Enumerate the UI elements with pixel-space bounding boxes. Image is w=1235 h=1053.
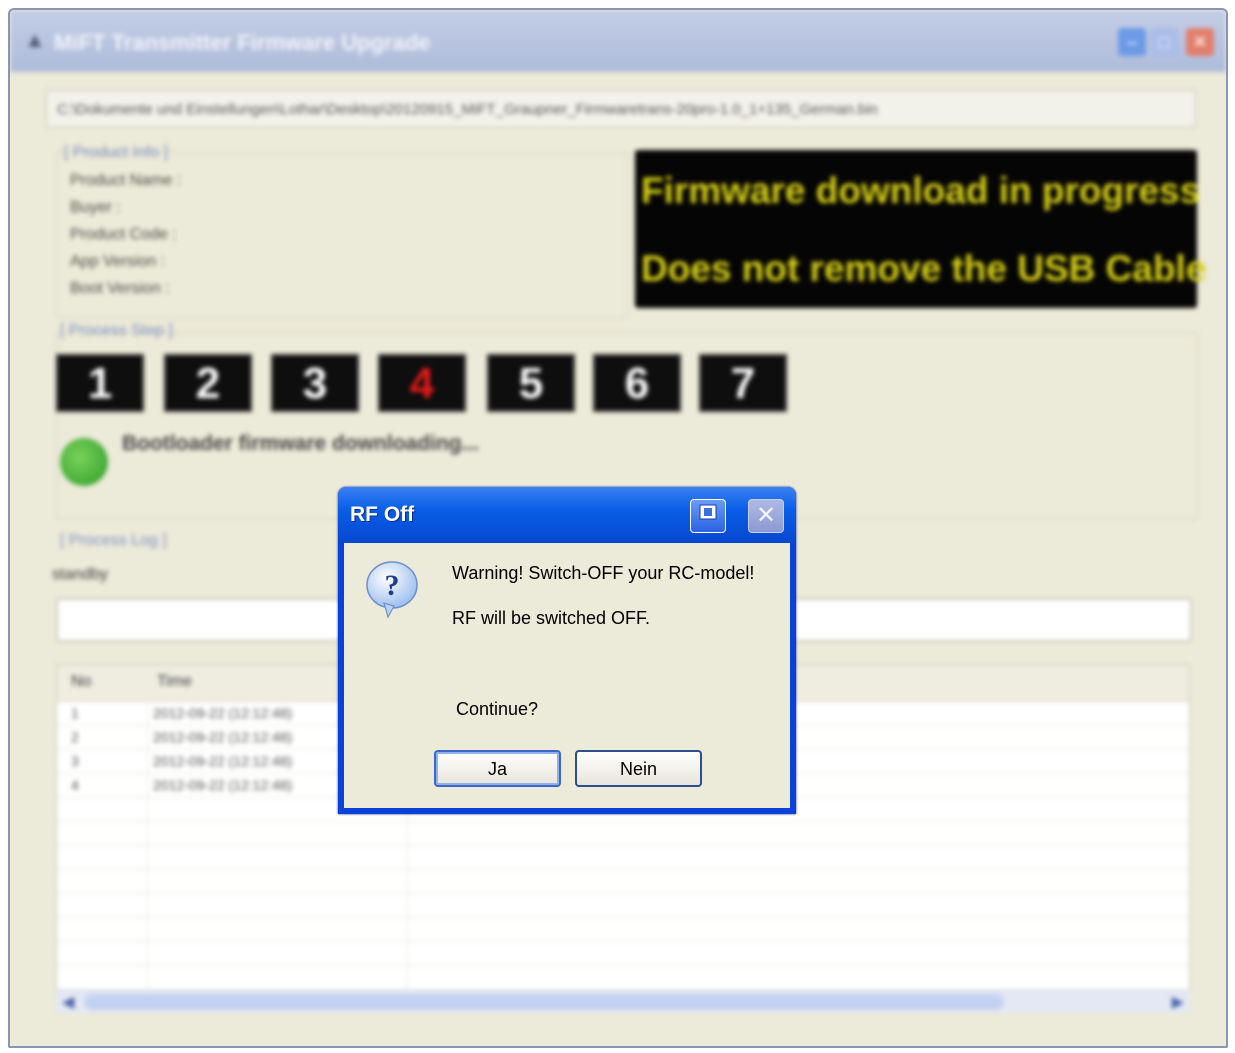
table-row[interactable] [57, 942, 1189, 966]
rf-message: RF will be switched OFF. [452, 608, 651, 628]
step-3: 3 [271, 354, 359, 412]
scroll-right-icon[interactable]: ▶ [1172, 992, 1184, 1012]
no-button[interactable]: Nein [575, 750, 702, 787]
maximize-button[interactable]: □ [1150, 28, 1178, 56]
table-row[interactable] [57, 870, 1189, 894]
app-version-label: App Version : [70, 253, 166, 270]
warning-message: Warning! Switch-OFF your RC-model! [452, 563, 755, 583]
step-6: 6 [593, 354, 681, 412]
product-code-label: Product Code : [70, 226, 177, 243]
table-row[interactable] [57, 822, 1189, 846]
banner-line-1: Firmware download in progress [641, 170, 1201, 211]
process-step-title: [ Process Step ] [60, 322, 173, 339]
table-row[interactable] [57, 966, 1189, 990]
help-icon [699, 504, 717, 520]
step-5: 5 [487, 354, 575, 412]
close-button[interactable]: ✕ [1186, 28, 1214, 56]
column-header-time[interactable]: Time [157, 673, 192, 691]
dialog-title: RF Off [350, 503, 415, 526]
step-1: 1 [56, 354, 144, 412]
product-name-label: Product Name : [70, 172, 182, 189]
help-button[interactable] [690, 499, 726, 533]
table-row[interactable] [57, 846, 1189, 870]
step-4-active: 4 [378, 354, 466, 412]
banner-line-2: Does not remove the USB Cable [641, 248, 1207, 289]
process-log-title: [ Process Log ] [60, 532, 167, 549]
file-path-field[interactable]: C:\Dokumente und Einstellungen\Lothar\De… [46, 90, 1196, 128]
row-time: 2012-09-22 (12:12:48) [153, 753, 293, 769]
yes-button[interactable]: Ja [434, 750, 561, 787]
refresh-icon [60, 438, 108, 486]
rf-off-dialog: RF Off ✕ ? Warning! Switch-OFF your RC-m… [338, 487, 796, 814]
product-info-title: [ Product Info ] [64, 144, 169, 161]
column-header-no[interactable]: No [71, 673, 91, 691]
svg-text:?: ? [385, 569, 400, 602]
buyer-label: Buyer : [70, 199, 121, 216]
app-icon: ▲ [24, 27, 46, 52]
dialog-body: ? Warning! Switch-OFF your RC-model! RF … [344, 543, 790, 808]
question-icon: ? [366, 561, 418, 619]
row-no: 2 [71, 729, 79, 745]
scrollbar-thumb[interactable] [84, 994, 1004, 1010]
row-time: 2012-09-22 (12:12:48) [153, 705, 293, 721]
table-row[interactable] [57, 894, 1189, 918]
log-status-text: standby [52, 566, 109, 583]
row-no: 3 [71, 753, 79, 769]
dialog-close-button[interactable]: ✕ [748, 499, 784, 533]
row-time: 2012-09-22 (12:12:48) [153, 777, 293, 793]
table-row[interactable] [57, 918, 1189, 942]
download-warning-banner: Firmware download in progress Does not r… [635, 150, 1206, 308]
row-time: 2012-09-22 (12:12:48) [153, 729, 293, 745]
boot-version-label: Boot Version : [70, 280, 170, 297]
row-no: 4 [71, 777, 79, 793]
continue-question: Continue? [456, 699, 539, 719]
main-titlebar[interactable]: ▲ MiFT Transmitter Firmware Upgrade – □ … [10, 10, 1226, 72]
step-7: 7 [699, 354, 787, 412]
status-text: Bootloader firmware downloading... [122, 432, 480, 455]
scroll-left-icon[interactable]: ◀ [62, 992, 74, 1012]
row-no: 1 [71, 705, 79, 721]
dialog-titlebar[interactable]: RF Off ✕ [338, 487, 796, 543]
horizontal-scrollbar[interactable]: ◀ ▶ [56, 990, 1190, 1013]
step-2: 2 [164, 354, 252, 412]
column-divider [147, 701, 148, 1011]
window-title: MiFT Transmitter Firmware Upgrade [54, 30, 431, 55]
minimize-button[interactable]: – [1118, 28, 1146, 56]
